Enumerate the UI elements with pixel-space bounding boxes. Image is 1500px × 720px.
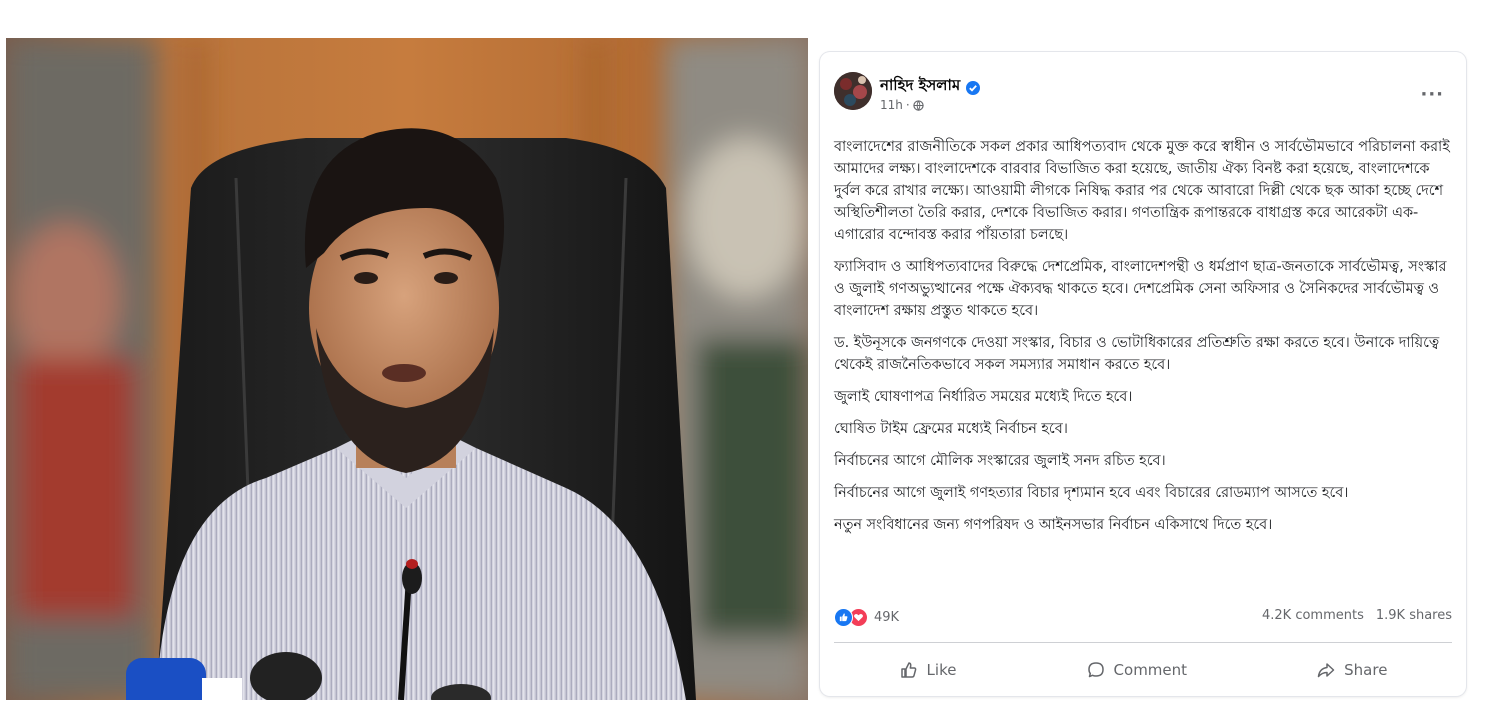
post-paragraph: নির্বাচনের আগে মৌলিক সংস্কারের জুলাই সনদ… bbox=[834, 453, 1166, 469]
post-paragraph: ঘোষিত টাইম ফ্রেমের মধ্যেই নির্বাচন হবে। bbox=[834, 421, 1068, 437]
post-author: নাহিদ ইসলাম bbox=[880, 74, 981, 99]
post-paragraph: জুলাই ঘোষণাপত্র নির্ধারিত সময়ের মধ্যেই … bbox=[834, 389, 1133, 405]
like-reaction-icon bbox=[834, 608, 853, 627]
comment-label: Comment bbox=[1113, 661, 1188, 679]
share-button[interactable]: Share bbox=[1292, 654, 1411, 686]
meta-separator: · bbox=[905, 98, 910, 112]
author-name[interactable]: নাহিদ ইসলাম bbox=[880, 74, 960, 99]
avatar-image bbox=[834, 72, 872, 110]
news-photo bbox=[6, 38, 808, 700]
comment-button[interactable]: Comment bbox=[1062, 654, 1212, 686]
post-meta: 11h · bbox=[880, 98, 924, 112]
more-options-button[interactable]: ··· bbox=[1420, 84, 1444, 105]
post-paragraph: নতুন সংবিধানের জন্য গণপরিষদ ও আইনসভার নি… bbox=[834, 517, 1273, 533]
globe-icon bbox=[913, 99, 924, 111]
shares-count[interactable]: 1.9K shares bbox=[1376, 608, 1452, 623]
comment-icon bbox=[1087, 662, 1104, 678]
post-paragraph: নির্বাচনের আগে জুলাই গণহত্যার বিচার দৃশ্… bbox=[834, 485, 1349, 501]
post-paragraph: ফ্যাসিবাদ ও আধিপত্যবাদের বিরুদ্ধে দেশপ্র… bbox=[834, 259, 1447, 319]
reactions-summary[interactable]: 49K bbox=[834, 608, 899, 627]
post-paragraph: বাংলাদেশের রাজনীতিকে সকল প্রকার আধিপত্যব… bbox=[834, 139, 1450, 243]
thumbs-up-icon bbox=[900, 662, 916, 678]
post-body: বাংলাদেশের রাজনীতিকে সকল প্রকার আধিপত্যব… bbox=[834, 136, 1458, 546]
avatar[interactable] bbox=[834, 72, 872, 110]
engagement-counts: 4.2K comments 1.9K shares bbox=[1262, 608, 1452, 623]
post-stats: 49K 4.2K comments 1.9K shares bbox=[834, 608, 1452, 630]
share-label: Share bbox=[1344, 661, 1388, 679]
like-button[interactable]: Like bbox=[875, 654, 981, 686]
facebook-post-card: নাহিদ ইসলাম 11h · ··· বাংলাদেশের রাজনীতি… bbox=[820, 52, 1466, 696]
press-conference-photo bbox=[6, 38, 808, 700]
like-label: Like bbox=[926, 661, 957, 679]
post-actions: Like Comment Share bbox=[834, 650, 1452, 690]
verified-badge-icon bbox=[966, 80, 981, 95]
reaction-count: 49K bbox=[874, 610, 900, 625]
actions-divider bbox=[834, 642, 1452, 643]
share-icon bbox=[1317, 663, 1335, 678]
post-paragraph: ড. ইউনূসকে জনগণকে দেওয়া সংস্কার, বিচার … bbox=[834, 335, 1440, 373]
comments-count[interactable]: 4.2K comments bbox=[1262, 608, 1364, 623]
post-time[interactable]: 11h bbox=[880, 98, 903, 112]
